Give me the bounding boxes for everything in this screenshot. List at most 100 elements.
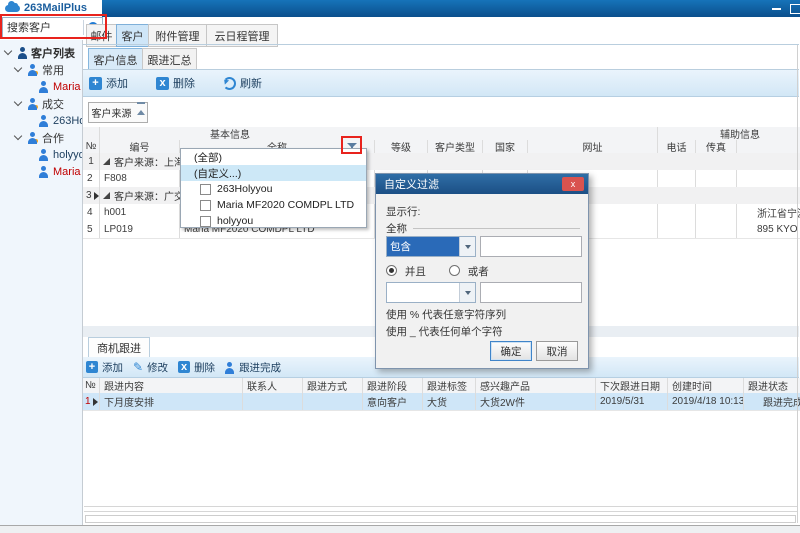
col-website[interactable]: 网址 [528, 140, 658, 153]
minimize-button[interactable] [772, 8, 781, 10]
cell-value: 意向客户 [367, 394, 407, 409]
x-icon: x [178, 361, 190, 373]
chevron-down-icon[interactable] [14, 132, 22, 140]
complete-followup-button[interactable]: 跟进完成 [225, 360, 281, 375]
col-label: № [86, 141, 97, 152]
dialog-field-label: 全称 [386, 221, 407, 236]
filter-option-all[interactable]: (全部) [181, 149, 366, 165]
col-label: 电话 [667, 140, 687, 153]
dialog-titlebar[interactable]: 自定义过滤 [376, 174, 588, 194]
grid-band-row: 基本信息 辅助信息 [83, 127, 800, 141]
opportunity-tab[interactable]: 商机跟进 [88, 337, 150, 357]
current-row-icon [94, 192, 99, 200]
col-label: 跟进阶段 [367, 378, 407, 393]
tree-leaf-maria-1[interactable]: Maria ... [0, 78, 83, 95]
group-expand-icon[interactable] [103, 192, 110, 199]
followup-row[interactable]: 1 下月度安排 意向客户 大货 大货2W件 2019/5/31 2019/4/1… [83, 393, 800, 411]
filter-value-input-1[interactable] [480, 236, 582, 257]
checkbox-icon[interactable] [200, 184, 211, 195]
col-next-date[interactable]: 下次跟进日期 [596, 378, 668, 393]
col-fax[interactable]: 传真 [696, 140, 737, 153]
filter-option-maria[interactable]: Maria MF2020 COMDPL LTD [181, 197, 366, 213]
tree-root-label: 客户列表 [31, 45, 75, 61]
col-tag[interactable]: 跟进标签 [423, 378, 476, 393]
tree-group-label: 成交 [42, 96, 64, 112]
col-contact[interactable]: 联系人 [243, 378, 303, 393]
group-expand-icon[interactable] [103, 158, 110, 165]
operator-combo-2[interactable] [386, 282, 476, 303]
add-followup-button[interactable]: +添加 [86, 360, 123, 375]
col-no[interactable]: № [83, 140, 100, 153]
col-code[interactable]: 编号 [100, 140, 180, 153]
cancel-button[interactable]: 取消 [536, 341, 578, 361]
button-label: 确定 [501, 344, 522, 359]
col-no[interactable]: № [83, 378, 100, 393]
tree-group-changyong[interactable]: 常用 [0, 61, 83, 78]
chevron-down-icon[interactable] [4, 47, 12, 55]
col-method[interactable]: 跟进方式 [303, 378, 363, 393]
row-no-cell: 1 [83, 153, 100, 170]
radio-and[interactable] [386, 265, 397, 276]
row-no-cell: 4 [83, 204, 100, 221]
filter-option-custom[interactable]: (自定义...) [181, 165, 366, 181]
horizontal-scrollbar[interactable] [85, 515, 796, 523]
col-status[interactable]: 跟进状态 [744, 378, 800, 393]
menu-label: (自定义...) [194, 166, 241, 181]
maximize-button[interactable] [790, 4, 800, 14]
cell-value: 大货 [427, 394, 447, 409]
edit-followup-button[interactable]: ✎修改 [133, 360, 168, 375]
dialog-field-group: 全称 [386, 221, 580, 236]
button-label: 添加 [106, 75, 128, 91]
filter-option-263holyyou[interactable]: 263Holyyou [181, 181, 366, 197]
method-cell [303, 393, 363, 410]
chevron-down-icon[interactable] [14, 64, 22, 72]
col-content[interactable]: 跟进内容 [100, 378, 243, 393]
person-icon [39, 166, 49, 178]
band-aux-info: 辅助信息 [658, 127, 800, 140]
refresh-button[interactable]: 刷新 [223, 75, 262, 91]
tree-leaf-maria-2[interactable]: Maria ... [0, 163, 83, 180]
app-window: 263MailPlus 客户列表 常用 Maria ... 成交 [0, 0, 800, 533]
col-product[interactable]: 感兴趣产品 [476, 378, 596, 393]
groupby-customer-source-chip[interactable]: 客户来源 [88, 102, 148, 123]
col-extra[interactable] [737, 140, 800, 153]
combo-arrow-icon[interactable] [459, 283, 475, 302]
checkbox-icon[interactable] [200, 200, 211, 211]
combo-arrow-icon[interactable] [459, 237, 475, 256]
col-phone[interactable]: 电话 [658, 140, 696, 153]
tree-leaf-263ho[interactable]: 263Ho... [0, 112, 83, 129]
col-type[interactable]: 客户类型 [428, 140, 483, 153]
chevron-down-icon[interactable] [14, 98, 22, 106]
row-no-cell: 5 [83, 221, 100, 238]
col-stage[interactable]: 跟进阶段 [363, 378, 423, 393]
cell-value: 895 KYO , [757, 224, 800, 235]
col-country[interactable]: 国家 [483, 140, 528, 153]
filter-option-holyyou[interactable]: holyyou [181, 213, 366, 229]
radio-or[interactable] [449, 265, 460, 276]
row-no-cell: 2 [83, 170, 100, 187]
tree-leaf-holyyou[interactable]: holyyou [0, 146, 83, 163]
search-input[interactable] [3, 22, 83, 34]
combo-value: 包含 [387, 237, 459, 256]
cell-value: 下月度安排 [104, 394, 154, 409]
operator-combo-1[interactable]: 包含 [386, 236, 476, 257]
col-grade[interactable]: 等级 [375, 140, 428, 153]
created-cell: 2019/4/18 10:13:57 [668, 393, 744, 410]
button-label: 取消 [547, 344, 568, 359]
tab-label: 云日程管理 [215, 28, 270, 44]
ok-button[interactable]: 确定 [490, 341, 532, 361]
delete-followup-button[interactable]: x删除 [178, 360, 215, 375]
tab-label: 客户 [122, 28, 144, 44]
checkbox-icon[interactable] [200, 216, 211, 227]
dialog-close-button[interactable]: x [562, 177, 584, 191]
tree-group-chengjiao[interactable]: 成交 [0, 95, 83, 112]
tree-group-hezuo[interactable]: 合作 [0, 129, 83, 146]
add-customer-button[interactable]: +添加 [89, 75, 128, 91]
menu-label: Maria MF2020 COMDPL LTD [217, 199, 354, 211]
col-label: 创建时间 [672, 378, 712, 393]
tree-root-customer-list[interactable]: 客户列表 [0, 44, 83, 61]
col-created[interactable]: 创建时间 [668, 378, 744, 393]
filter-value-input-2[interactable] [480, 282, 582, 303]
delete-customer-button[interactable]: x删除 [156, 75, 195, 91]
tree-leaf-label: Maria ... [53, 81, 83, 93]
